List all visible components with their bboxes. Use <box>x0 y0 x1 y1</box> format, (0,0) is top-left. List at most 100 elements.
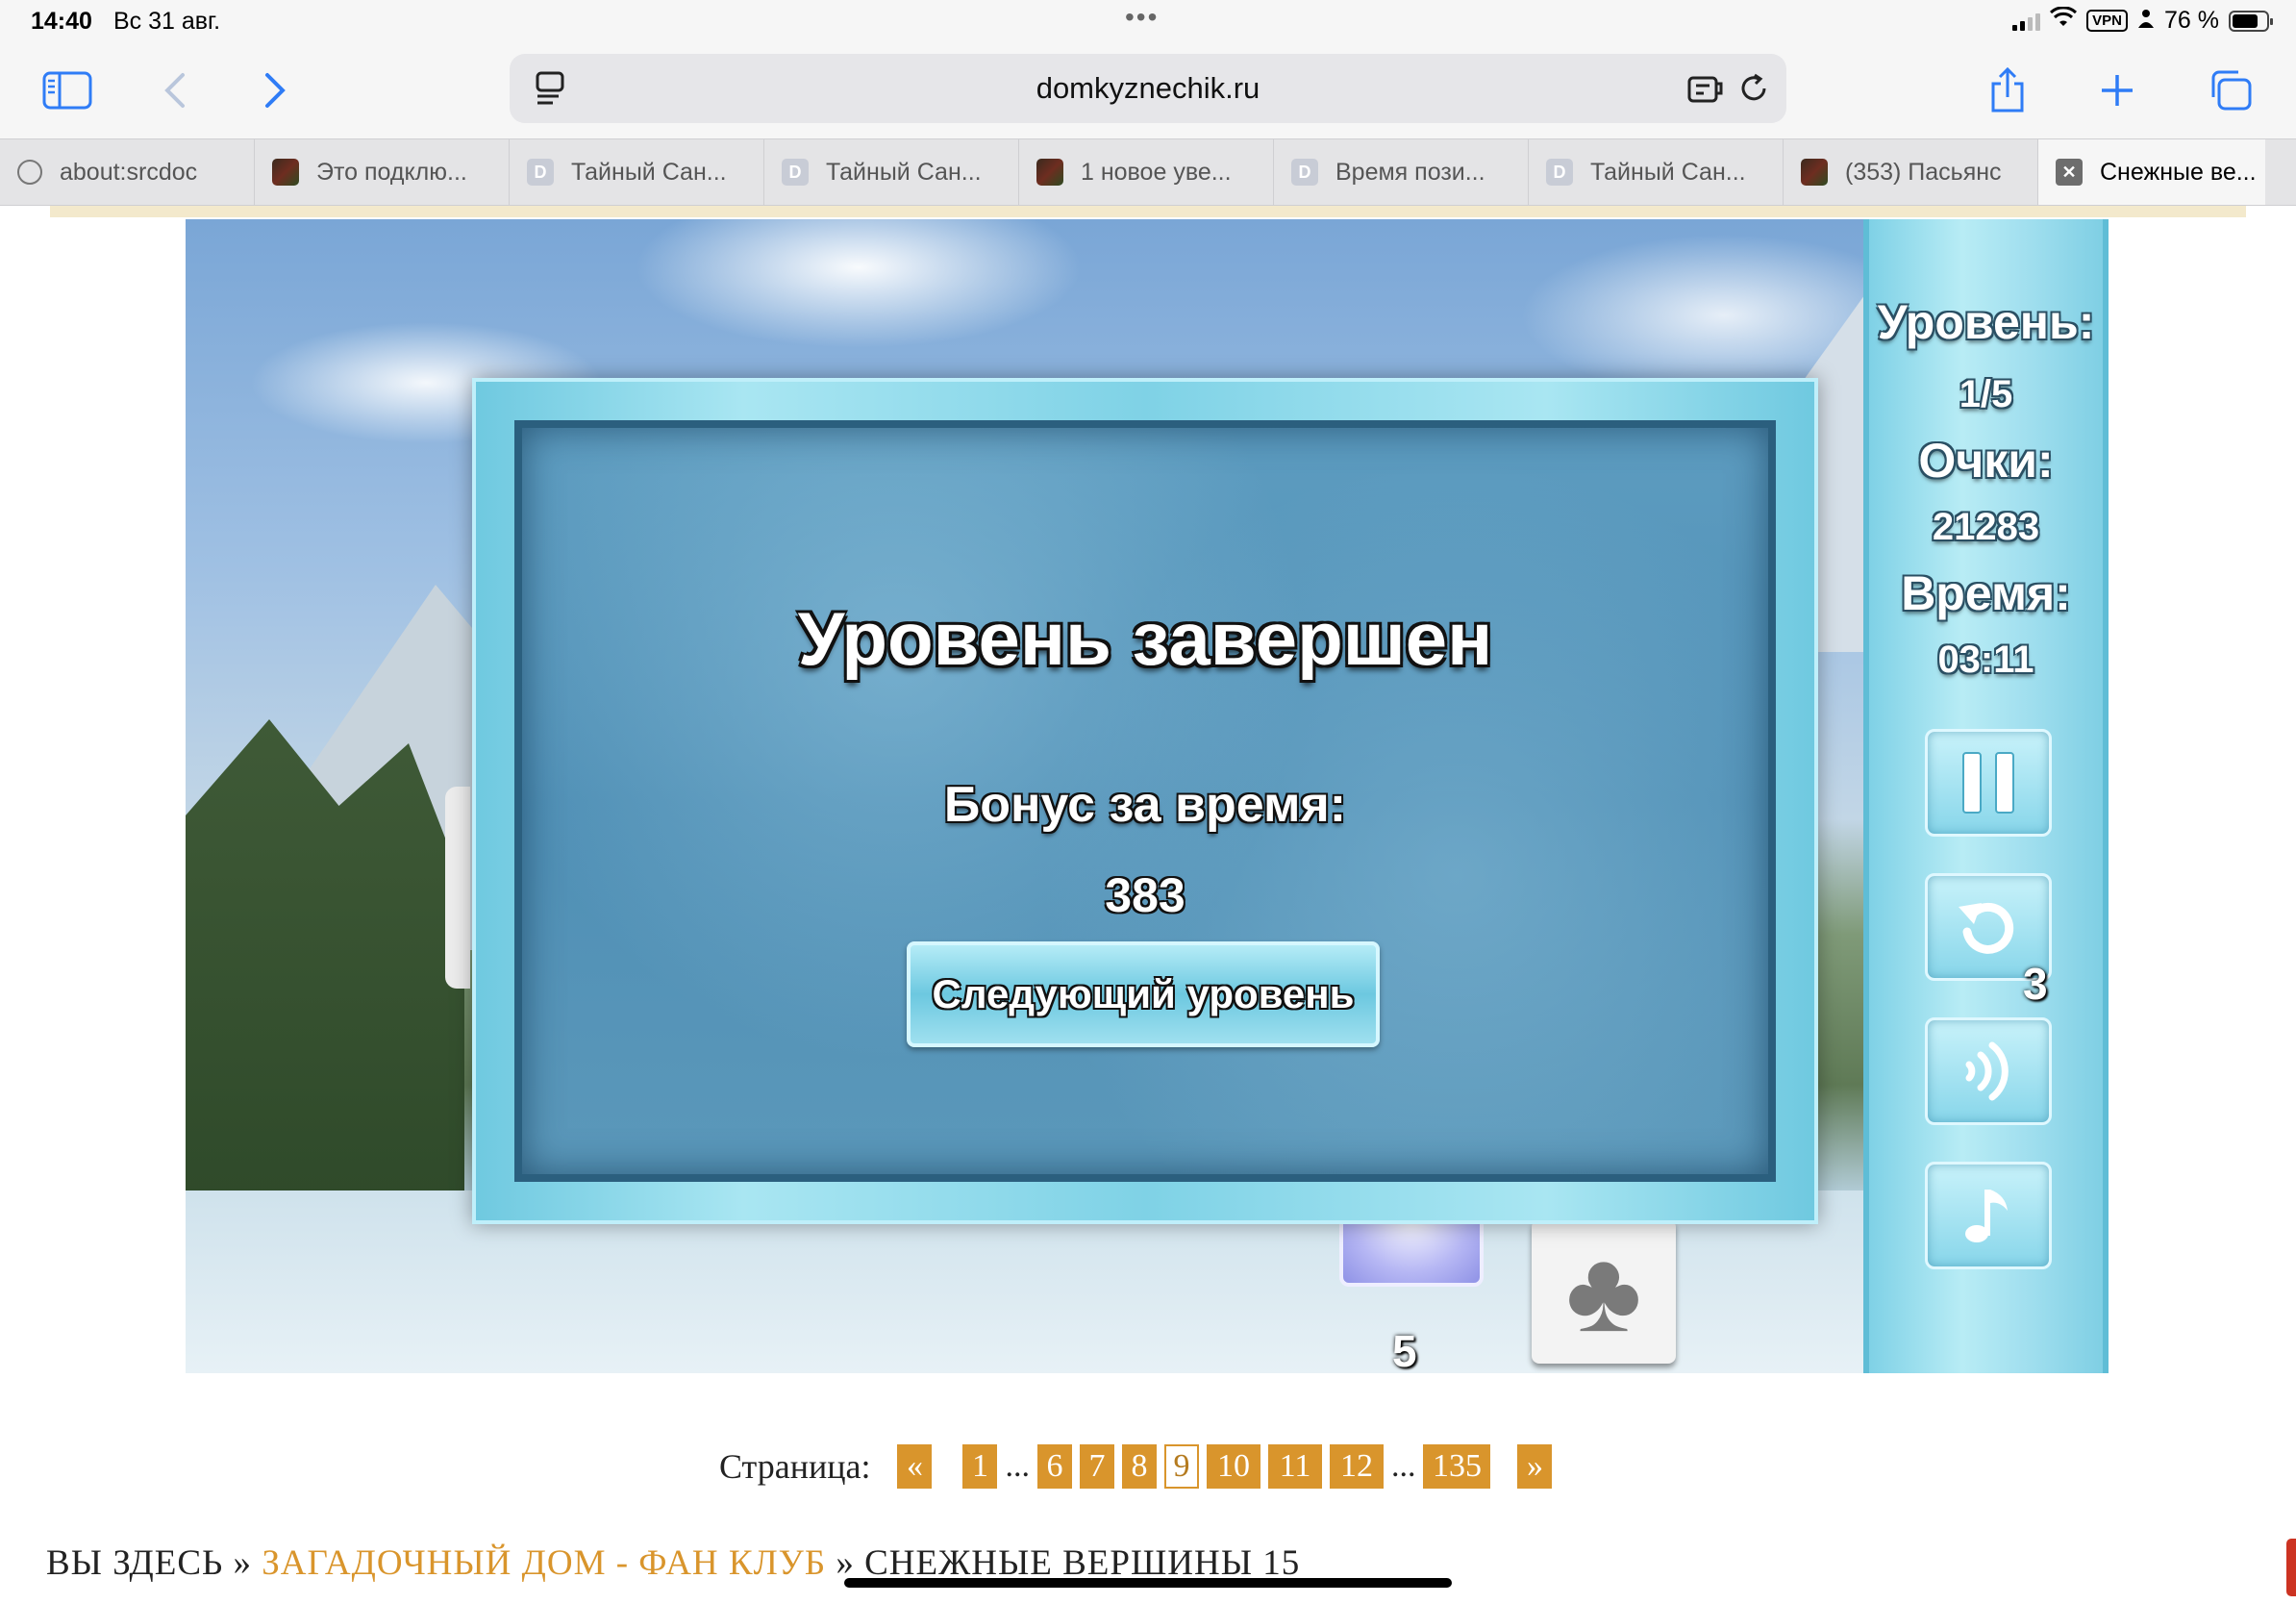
undo-icon <box>1959 902 2014 954</box>
page-last[interactable]: 135 <box>1423 1444 1491 1489</box>
reload-icon[interactable] <box>1734 69 1773 108</box>
chevron-right-icon <box>265 73 286 108</box>
level-label: Уровень: <box>1877 295 2095 349</box>
stock-count: 5 <box>1392 1326 1417 1373</box>
close-icon[interactable]: ✕ <box>2056 159 2083 186</box>
battery-level <box>2233 13 2258 28</box>
share-icon <box>1991 66 2024 113</box>
level-value: 1/5 <box>1959 373 2013 415</box>
sound-icon <box>1965 1041 2009 1101</box>
page-link[interactable]: 6 <box>1036 1444 1072 1489</box>
forward-button[interactable] <box>246 62 304 119</box>
pagination-ellipsis: ... <box>1390 1448 1416 1484</box>
level-complete-dialog: Уровень завершен Бонус за время: 383 Сле… <box>472 378 1818 1224</box>
time-bonus-value: 383 <box>1105 868 1185 922</box>
status-time: 14:40 <box>31 8 92 35</box>
pause-button[interactable] <box>1925 729 2052 837</box>
battery-icon <box>2229 10 2273 32</box>
tab-4[interactable]: 1 новое уве... <box>1019 139 1274 205</box>
wifi-icon <box>2050 6 2078 35</box>
new-tab-button[interactable] <box>2088 62 2146 119</box>
tab-5[interactable]: D Время пози... <box>1274 139 1529 205</box>
tab-title: 1 новое уве... <box>1081 158 1232 186</box>
globe-icon <box>17 160 42 185</box>
pause-icon <box>1962 752 2014 814</box>
page-edge-marker <box>2286 1539 2296 1596</box>
breadcrumb-link[interactable]: ЗАГАДОЧНЫЙ ДОМ - ФАН КЛУБ <box>262 1543 826 1583</box>
extension-icon[interactable] <box>1686 69 1725 108</box>
tab-0[interactable]: about:srcdoc <box>0 139 255 205</box>
time-bonus-label: Бонус за время: <box>943 777 1347 833</box>
page-link[interactable]: 8 <box>1121 1444 1157 1489</box>
next-level-button[interactable]: Следующий уровень <box>907 941 1380 1047</box>
game-frame[interactable]: 5 ♣ Уровень: 1/5 Очки: 21283 Время: 03:1… <box>186 219 2109 1373</box>
browser-toolbar: domkyznechik.ru <box>0 42 2296 138</box>
page-link[interactable]: 7 <box>1079 1444 1114 1489</box>
page-current: 9 <box>1163 1444 1199 1489</box>
tab-overview-button[interactable] <box>2202 62 2259 119</box>
share-button[interactable] <box>1979 62 2036 119</box>
back-button[interactable] <box>146 62 204 119</box>
d-favicon-icon: D <box>782 159 809 186</box>
page-link[interactable]: 12 <box>1329 1444 1384 1489</box>
tab-title: Тайный Сан... <box>571 158 727 186</box>
time-value: 03:11 <box>1937 639 2034 681</box>
pagination-ellipsis: ... <box>1005 1448 1030 1484</box>
score-value: 21283 <box>1932 506 2040 548</box>
page-link[interactable]: 11 <box>1267 1444 1322 1489</box>
card-edge <box>445 787 470 989</box>
signal-icon <box>2012 12 2041 31</box>
tab-6[interactable]: D Тайный Сан... <box>1529 139 1784 205</box>
tab-title: about:srcdoc <box>60 158 198 186</box>
page-prev[interactable]: « <box>897 1444 933 1489</box>
sound-button[interactable] <box>1925 1017 2052 1125</box>
page-first[interactable]: 1 <box>962 1444 998 1489</box>
breadcrumb-separator: » <box>836 1543 855 1583</box>
pagination: Страница: « 1 ... 6 7 8 9 10 11 12 ... 1… <box>719 1442 1560 1491</box>
person-icon <box>2137 7 2155 35</box>
plus-icon <box>2102 75 2133 106</box>
page-next[interactable]: » <box>1517 1444 1553 1489</box>
url-text: domkyznechik.ru <box>1036 71 1260 105</box>
status-bar: 14:40 Вс 31 авг. ••• VPN 76 % <box>0 0 2296 42</box>
page-link[interactable]: 10 <box>1206 1444 1260 1489</box>
tab-2[interactable]: D Тайный Сан... <box>510 139 764 205</box>
tab-7[interactable]: (353) Пасьянс <box>1784 139 2038 205</box>
page-header-strip <box>50 206 2246 217</box>
multitasking-dots[interactable]: ••• <box>1125 2 1159 33</box>
tab-8-active[interactable]: ✕ Снежные ве... <box>2038 139 2265 205</box>
tab-title: Это подклю... <box>316 158 467 186</box>
status-date: Вс 31 авг. <box>113 8 221 35</box>
music-note-icon <box>1965 1190 2008 1242</box>
side-panel: Уровень: 1/5 Очки: 21283 Время: 03:11 3 <box>1863 219 2109 1373</box>
vpn-badge: VPN <box>2086 10 2129 32</box>
address-bar[interactable]: domkyznechik.ru <box>510 54 1786 123</box>
tab-bar: about:srcdoc Это подклю... D Тайный Сан..… <box>0 138 2296 206</box>
sidebar-icon <box>42 71 92 110</box>
status-indicators: VPN 76 % <box>2012 6 2273 35</box>
tab-1[interactable]: Это подклю... <box>255 139 510 205</box>
breadcrumb-current: СНЕЖНЫЕ ВЕРШИНЫ 15 <box>864 1543 1301 1583</box>
undo-count: 3 <box>2023 959 2048 1009</box>
tab-title: Тайный Сан... <box>1590 158 1746 186</box>
score-label: Очки: <box>1918 434 2054 488</box>
tabs-icon <box>2211 70 2252 111</box>
tab-3[interactable]: D Тайный Сан... <box>764 139 1019 205</box>
sidebar-toggle-button[interactable] <box>38 62 96 119</box>
tab-title: Тайный Сан... <box>826 158 982 186</box>
site-favicon-icon <box>1801 159 1828 186</box>
d-favicon-icon: D <box>1291 159 1318 186</box>
tab-title: (353) Пасьянс <box>1845 158 2002 186</box>
home-indicator[interactable] <box>844 1578 1452 1588</box>
site-favicon-icon <box>1036 159 1063 186</box>
site-favicon-icon <box>272 159 299 186</box>
tab-title: Время пози... <box>1335 158 1485 186</box>
time-label: Время: <box>1901 566 2071 620</box>
breadcrumb-prefix: ВЫ ЗДЕСЬ » <box>46 1543 252 1583</box>
d-favicon-icon: D <box>1546 159 1573 186</box>
music-button[interactable] <box>1925 1162 2052 1269</box>
club-foundation-card[interactable]: ♣ <box>1532 1219 1676 1364</box>
club-icon: ♣ <box>1565 1227 1642 1356</box>
forest <box>186 719 464 1200</box>
d-favicon-icon: D <box>527 159 554 186</box>
